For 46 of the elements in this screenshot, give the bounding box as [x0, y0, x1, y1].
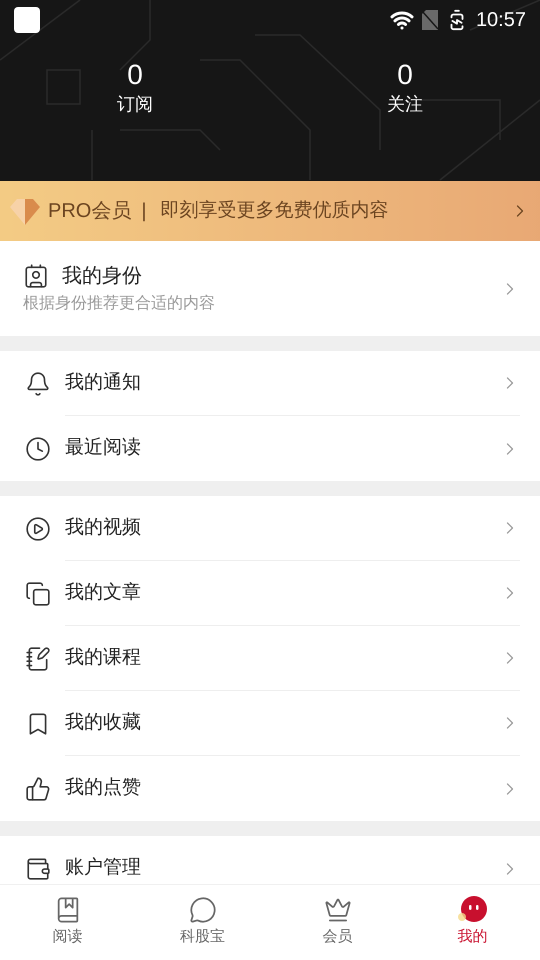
stat-label: 订阅 — [117, 93, 153, 116]
bell-icon — [25, 370, 51, 396]
diamond-icon — [10, 197, 40, 225]
nav-tab[interactable]: 会员 — [270, 885, 405, 960]
menu-item[interactable]: 我的课程 — [0, 626, 540, 691]
menu-item[interactable]: 我的视频 — [0, 496, 540, 561]
crown-icon — [324, 896, 352, 924]
thumbs-up-icon — [25, 776, 51, 802]
play-icon — [25, 516, 51, 542]
notebook-icon — [25, 646, 51, 672]
menu-item[interactable]: 我的收藏 — [0, 691, 540, 756]
menu-item-label: 我的文章 — [65, 580, 142, 605]
menu-item-label: 我的视频 — [65, 516, 142, 540]
clock-icon — [25, 436, 51, 462]
app-icon — [14, 7, 40, 33]
chat-bubble-icon — [188, 896, 216, 924]
pro-separator: | — [141, 199, 147, 224]
menu-item-label: 我的通知 — [65, 370, 142, 395]
menu-item[interactable]: 账户管理 — [0, 836, 540, 884]
pro-title: PRO会员 — [48, 199, 132, 224]
menu-item-label: 最近阅读 — [65, 436, 142, 460]
clock-time: 10:57 — [476, 8, 526, 33]
wallet-icon — [25, 856, 51, 882]
identity-title: 我的身份 — [62, 264, 142, 289]
menu-item[interactable]: 最近阅读 — [0, 416, 540, 481]
avatar-icon — [458, 896, 488, 924]
id-card-icon — [23, 263, 49, 289]
menu-item-label: 账户管理 — [65, 856, 142, 880]
menu-item-label: 我的课程 — [65, 646, 142, 670]
stat-value: 0 — [127, 58, 143, 92]
pro-promo-text: 即刻享受更多免费优质内容 — [160, 198, 390, 223]
menu-item-label: 我的点赞 — [65, 776, 142, 800]
no-sim-icon — [422, 10, 438, 30]
document-icon — [25, 580, 51, 606]
identity-row[interactable]: 我的身份 根据身份推荐更合适的内容 — [0, 241, 540, 336]
menu-item-label: 我的收藏 — [65, 710, 142, 735]
nav-tab[interactable]: 科股宝 — [135, 885, 270, 960]
pro-banner[interactable]: PRO会员 | 即刻享受更多免费优质内容 — [0, 181, 540, 241]
nav-tab[interactable]: 我的 — [405, 885, 540, 960]
menu-item[interactable]: 我的通知 — [0, 351, 540, 416]
menu-item[interactable]: 我的点赞 — [0, 756, 540, 821]
stat-value: 0 — [397, 58, 413, 92]
menu-item[interactable]: 我的文章 — [0, 561, 540, 626]
identity-subtitle: 根据身份推荐更合适的内容 — [23, 294, 216, 314]
nav-tab[interactable]: 阅读 — [0, 885, 135, 960]
stat-label: 关注 — [387, 93, 423, 116]
